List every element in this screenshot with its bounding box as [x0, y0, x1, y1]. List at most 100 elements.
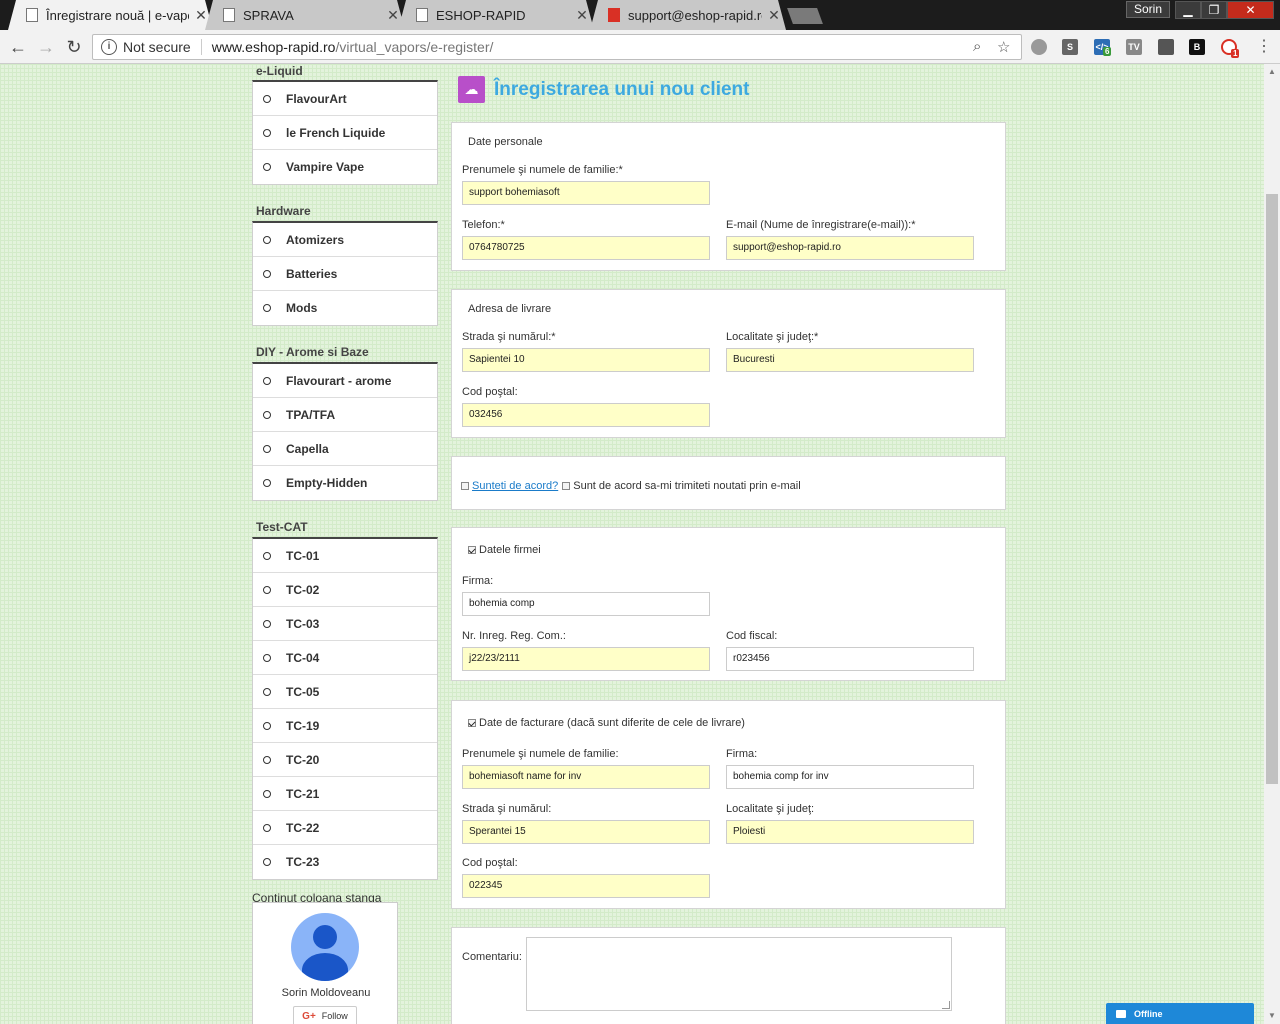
name-input[interactable]: support bohemiasoft [462, 181, 710, 205]
newsletter-checkbox[interactable] [562, 482, 571, 490]
category-item-label[interactable]: FlavourArt [286, 92, 347, 106]
section-legend: Adresa de livrare [468, 303, 552, 315]
chat-widget[interactable]: Offline [1106, 1003, 1254, 1024]
zip-input[interactable]: 032456 [462, 403, 710, 427]
email-input[interactable]: support@eshop-rapid.ro [726, 236, 974, 260]
category-item[interactable]: Batteries [253, 257, 437, 291]
scrollbar-thumb[interactable] [1266, 194, 1278, 784]
tab-sprava[interactable]: SPRAVA ✕ [205, 0, 405, 30]
tab-eshop-rapid[interactable]: ESHOP-RAPID ✕ [398, 0, 594, 30]
category-item-label[interactable]: Empty-Hidden [286, 476, 367, 490]
billing-firm-input[interactable]: bohemia comp for inv [726, 765, 974, 789]
maximize-icon[interactable]: ❐ [1201, 1, 1227, 19]
category-item-label[interactable]: TC-05 [286, 685, 319, 699]
page-viewport: e-Liquid FlavourArt le French Liquide Va… [0, 64, 1264, 1024]
b-extension-icon[interactable]: B [1189, 39, 1205, 55]
scroll-down-icon[interactable]: ▼ [1264, 1008, 1280, 1024]
security-label[interactable]: Not secure [123, 39, 202, 55]
category-item-label[interactable]: Batteries [286, 267, 337, 281]
star-icon[interactable]: ☆ [997, 38, 1010, 56]
extension-icon[interactable]: S [1062, 39, 1078, 55]
billing-street-input[interactable]: Sperantei 15 [462, 820, 710, 844]
category-item-label[interactable]: TC-23 [286, 855, 319, 869]
extension-icon[interactable] [1031, 39, 1047, 55]
billing-name-input[interactable]: bohemiasoft name for inv [462, 765, 710, 789]
close-icon[interactable]: ✕ [762, 7, 786, 24]
category-item-label[interactable]: TC-21 [286, 787, 319, 801]
tab-register[interactable]: Înregistrare nouă | e-vapo ✕ [8, 0, 213, 30]
category-item[interactable]: TC-05 [253, 675, 437, 709]
scroll-up-icon[interactable]: ▲ [1264, 64, 1280, 80]
company-checkbox[interactable] [468, 546, 476, 555]
circle-bullet-icon [263, 721, 271, 730]
category-item[interactable]: TC-23 [253, 845, 437, 879]
terms-checkbox[interactable] [461, 482, 469, 490]
menu-icon[interactable]: ⋮ [1256, 38, 1272, 56]
street-input[interactable]: Sapientei 10 [462, 348, 710, 372]
category-item[interactable]: Flavourart - arome [253, 364, 437, 398]
profile-button[interactable]: Sorin [1126, 1, 1170, 18]
search-icon[interactable]: ⌕ [973, 38, 981, 55]
category-item[interactable]: TC-22 [253, 811, 437, 845]
category-item[interactable]: TC-04 [253, 641, 437, 675]
back-arrow-icon[interactable]: ← [6, 35, 30, 59]
vertical-scrollbar[interactable]: ▲ ▼ [1264, 64, 1280, 1024]
category-item-label[interactable]: TC-22 [286, 821, 319, 835]
category-item-label[interactable]: Vampire Vape [286, 160, 364, 174]
tab-mail[interactable]: support@eshop-rapid.ro ✕ [590, 0, 786, 30]
category-item-label[interactable]: TC-01 [286, 549, 319, 563]
billing-city-input[interactable]: Ploiesti [726, 820, 974, 844]
code-extension-icon[interactable]: </> 6 [1094, 39, 1112, 56]
city-input[interactable]: Bucuresti [726, 348, 974, 372]
zip-label: Cod poştal: [462, 386, 518, 398]
category-item-label[interactable]: TC-02 [286, 583, 319, 597]
category-item[interactable]: TC-03 [253, 607, 437, 641]
category-item-label[interactable]: Atomizers [286, 233, 344, 247]
category-item-label[interactable]: TC-04 [286, 651, 319, 665]
category-item[interactable]: Atomizers [253, 223, 437, 257]
reload-icon[interactable]: ↻ [62, 35, 86, 59]
close-icon[interactable]: ✕ [570, 7, 594, 24]
category-item-label[interactable]: Flavourart - arome [286, 374, 391, 388]
minimize-icon[interactable]: ▁ [1175, 1, 1201, 19]
phone-input[interactable]: 0764780725 [462, 236, 710, 260]
category-item[interactable]: TC-01 [253, 539, 437, 573]
category-item-label[interactable]: Mods [286, 301, 317, 315]
terms-link[interactable]: Sunteti de acord? [472, 480, 558, 492]
avatar[interactable] [291, 913, 359, 981]
billing-checkbox[interactable] [468, 719, 476, 728]
category-item-label[interactable]: TC-03 [286, 617, 319, 631]
category-item[interactable]: TC-19 [253, 709, 437, 743]
category-item[interactable]: TC-20 [253, 743, 437, 777]
category-item[interactable]: TC-02 [253, 573, 437, 607]
category-item-label[interactable]: Capella [286, 442, 329, 456]
extension-icon[interactable] [1158, 39, 1174, 55]
category-item[interactable]: le French Liquide [253, 116, 437, 150]
category-item[interactable]: Capella [253, 432, 437, 466]
category-item[interactable]: Empty-Hidden [253, 466, 437, 500]
new-tab-button[interactable] [787, 8, 823, 24]
category-item[interactable]: Mods [253, 291, 437, 325]
comment-textarea[interactable] [526, 937, 952, 1011]
profile-name[interactable]: Sorin Moldoveanu [253, 987, 399, 999]
tv-extension-icon[interactable]: TV [1126, 39, 1142, 55]
category-item-label[interactable]: le French Liquide [286, 126, 385, 140]
category-item-label[interactable]: TC-20 [286, 753, 319, 767]
billing-zip-input[interactable]: 022345 [462, 874, 710, 898]
category-item[interactable]: TC-21 [253, 777, 437, 811]
address-bar[interactable]: i Not secure www.eshop-rapid.ro/virtual_… [92, 34, 1022, 60]
category-item[interactable]: Vampire Vape [253, 150, 437, 184]
category-item-label[interactable]: TPA/TFA [286, 408, 335, 422]
resize-handle-icon[interactable] [942, 1001, 950, 1009]
info-icon[interactable]: i [101, 39, 117, 55]
category-item-label[interactable]: TC-19 [286, 719, 319, 733]
tax-code-input[interactable]: r023456 [726, 647, 974, 671]
category-item[interactable]: FlavourArt [253, 82, 437, 116]
category-item[interactable]: TPA/TFA [253, 398, 437, 432]
window-close-icon[interactable]: ✕ [1227, 1, 1274, 19]
notification-extension-icon[interactable]: 1 [1221, 39, 1240, 58]
follow-button[interactable]: G+ Follow [293, 1006, 357, 1024]
forward-arrow-icon[interactable]: → [34, 35, 58, 59]
reg-number-input[interactable]: j22/23/2111 [462, 647, 710, 671]
firm-input[interactable]: bohemia comp [462, 592, 710, 616]
